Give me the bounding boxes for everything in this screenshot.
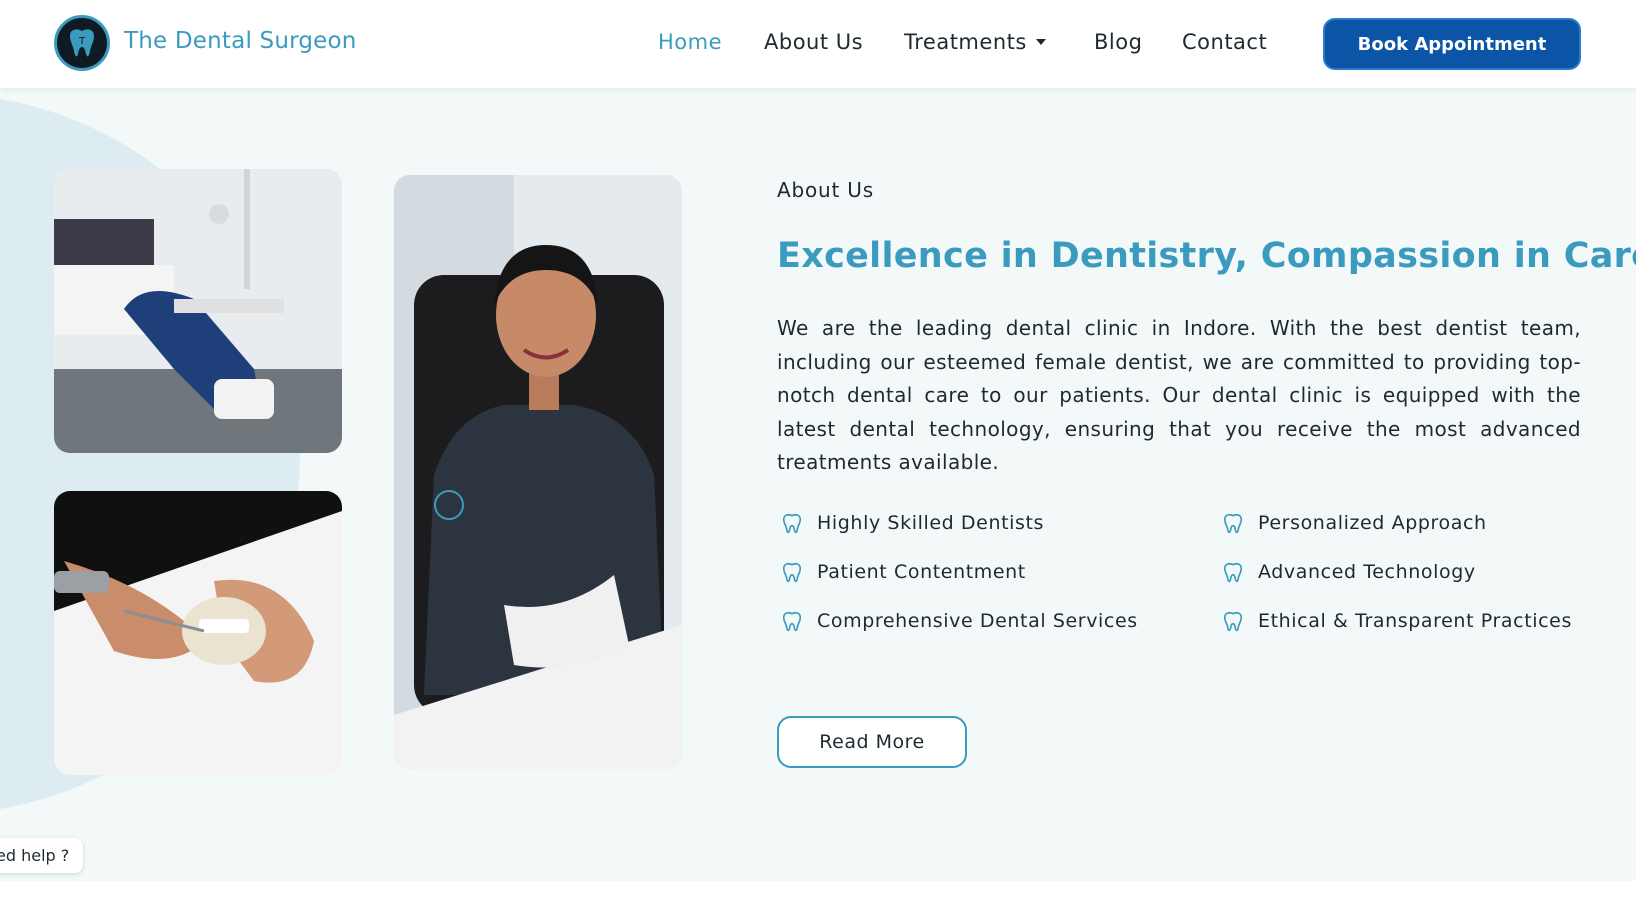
- dental-model-photo: [54, 491, 342, 775]
- caret-down-icon: [1035, 39, 1046, 45]
- tooth-icon: [782, 562, 802, 583]
- feature-item: Patient Contentment: [781, 561, 1026, 583]
- help-widget[interactable]: ed help ?: [0, 838, 84, 873]
- feature-item: Ethical & Transparent Practices: [1222, 610, 1572, 632]
- feature-label: Ethical & Transparent Practices: [1258, 610, 1572, 632]
- book-appointment-button[interactable]: Book Appointment: [1323, 18, 1581, 70]
- tooth-icon: [782, 513, 802, 534]
- tooth-icon: [1223, 513, 1243, 534]
- section-headline: Excellence in Dentistry, Compassion in C…: [777, 236, 1636, 276]
- feature-item: Personalized Approach: [1222, 512, 1487, 534]
- feature-label: Comprehensive Dental Services: [817, 610, 1138, 632]
- brand-name[interactable]: The Dental Surgeon: [124, 28, 357, 54]
- feature-label: Personalized Approach: [1258, 512, 1487, 534]
- about-section: About Us Excellence in Dentistry, Compas…: [0, 88, 1636, 881]
- tooth-icon: [1223, 562, 1243, 583]
- nav-treatments[interactable]: Treatments: [904, 30, 1047, 54]
- feature-item: Comprehensive Dental Services: [781, 610, 1138, 632]
- tooth-icon: [782, 611, 802, 632]
- nav-treatments-label: Treatments: [904, 30, 1027, 54]
- nav-about[interactable]: About Us: [764, 30, 863, 54]
- feature-label: Highly Skilled Dentists: [817, 512, 1045, 534]
- feature-label: Patient Contentment: [817, 561, 1026, 583]
- nav-blog[interactable]: Blog: [1094, 30, 1142, 54]
- dentist-portrait-photo: [394, 175, 682, 769]
- site-header: T The Dental Surgeon Home About Us Treat…: [0, 0, 1636, 88]
- read-more-button[interactable]: Read More: [777, 716, 967, 768]
- tooth-logo-icon[interactable]: T: [54, 15, 110, 71]
- tooth-icon: [1223, 611, 1243, 632]
- feature-label: Advanced Technology: [1258, 561, 1476, 583]
- section-eyebrow: About Us: [777, 178, 874, 202]
- nav-contact[interactable]: Contact: [1182, 30, 1267, 54]
- clinic-chair-photo: [54, 169, 342, 453]
- nav-home[interactable]: Home: [658, 30, 722, 54]
- about-paragraph: We are the leading dental clinic in Indo…: [777, 316, 1581, 474]
- feature-item: Advanced Technology: [1222, 561, 1476, 583]
- feature-item: Highly Skilled Dentists: [781, 512, 1044, 534]
- svg-text:T: T: [78, 36, 86, 47]
